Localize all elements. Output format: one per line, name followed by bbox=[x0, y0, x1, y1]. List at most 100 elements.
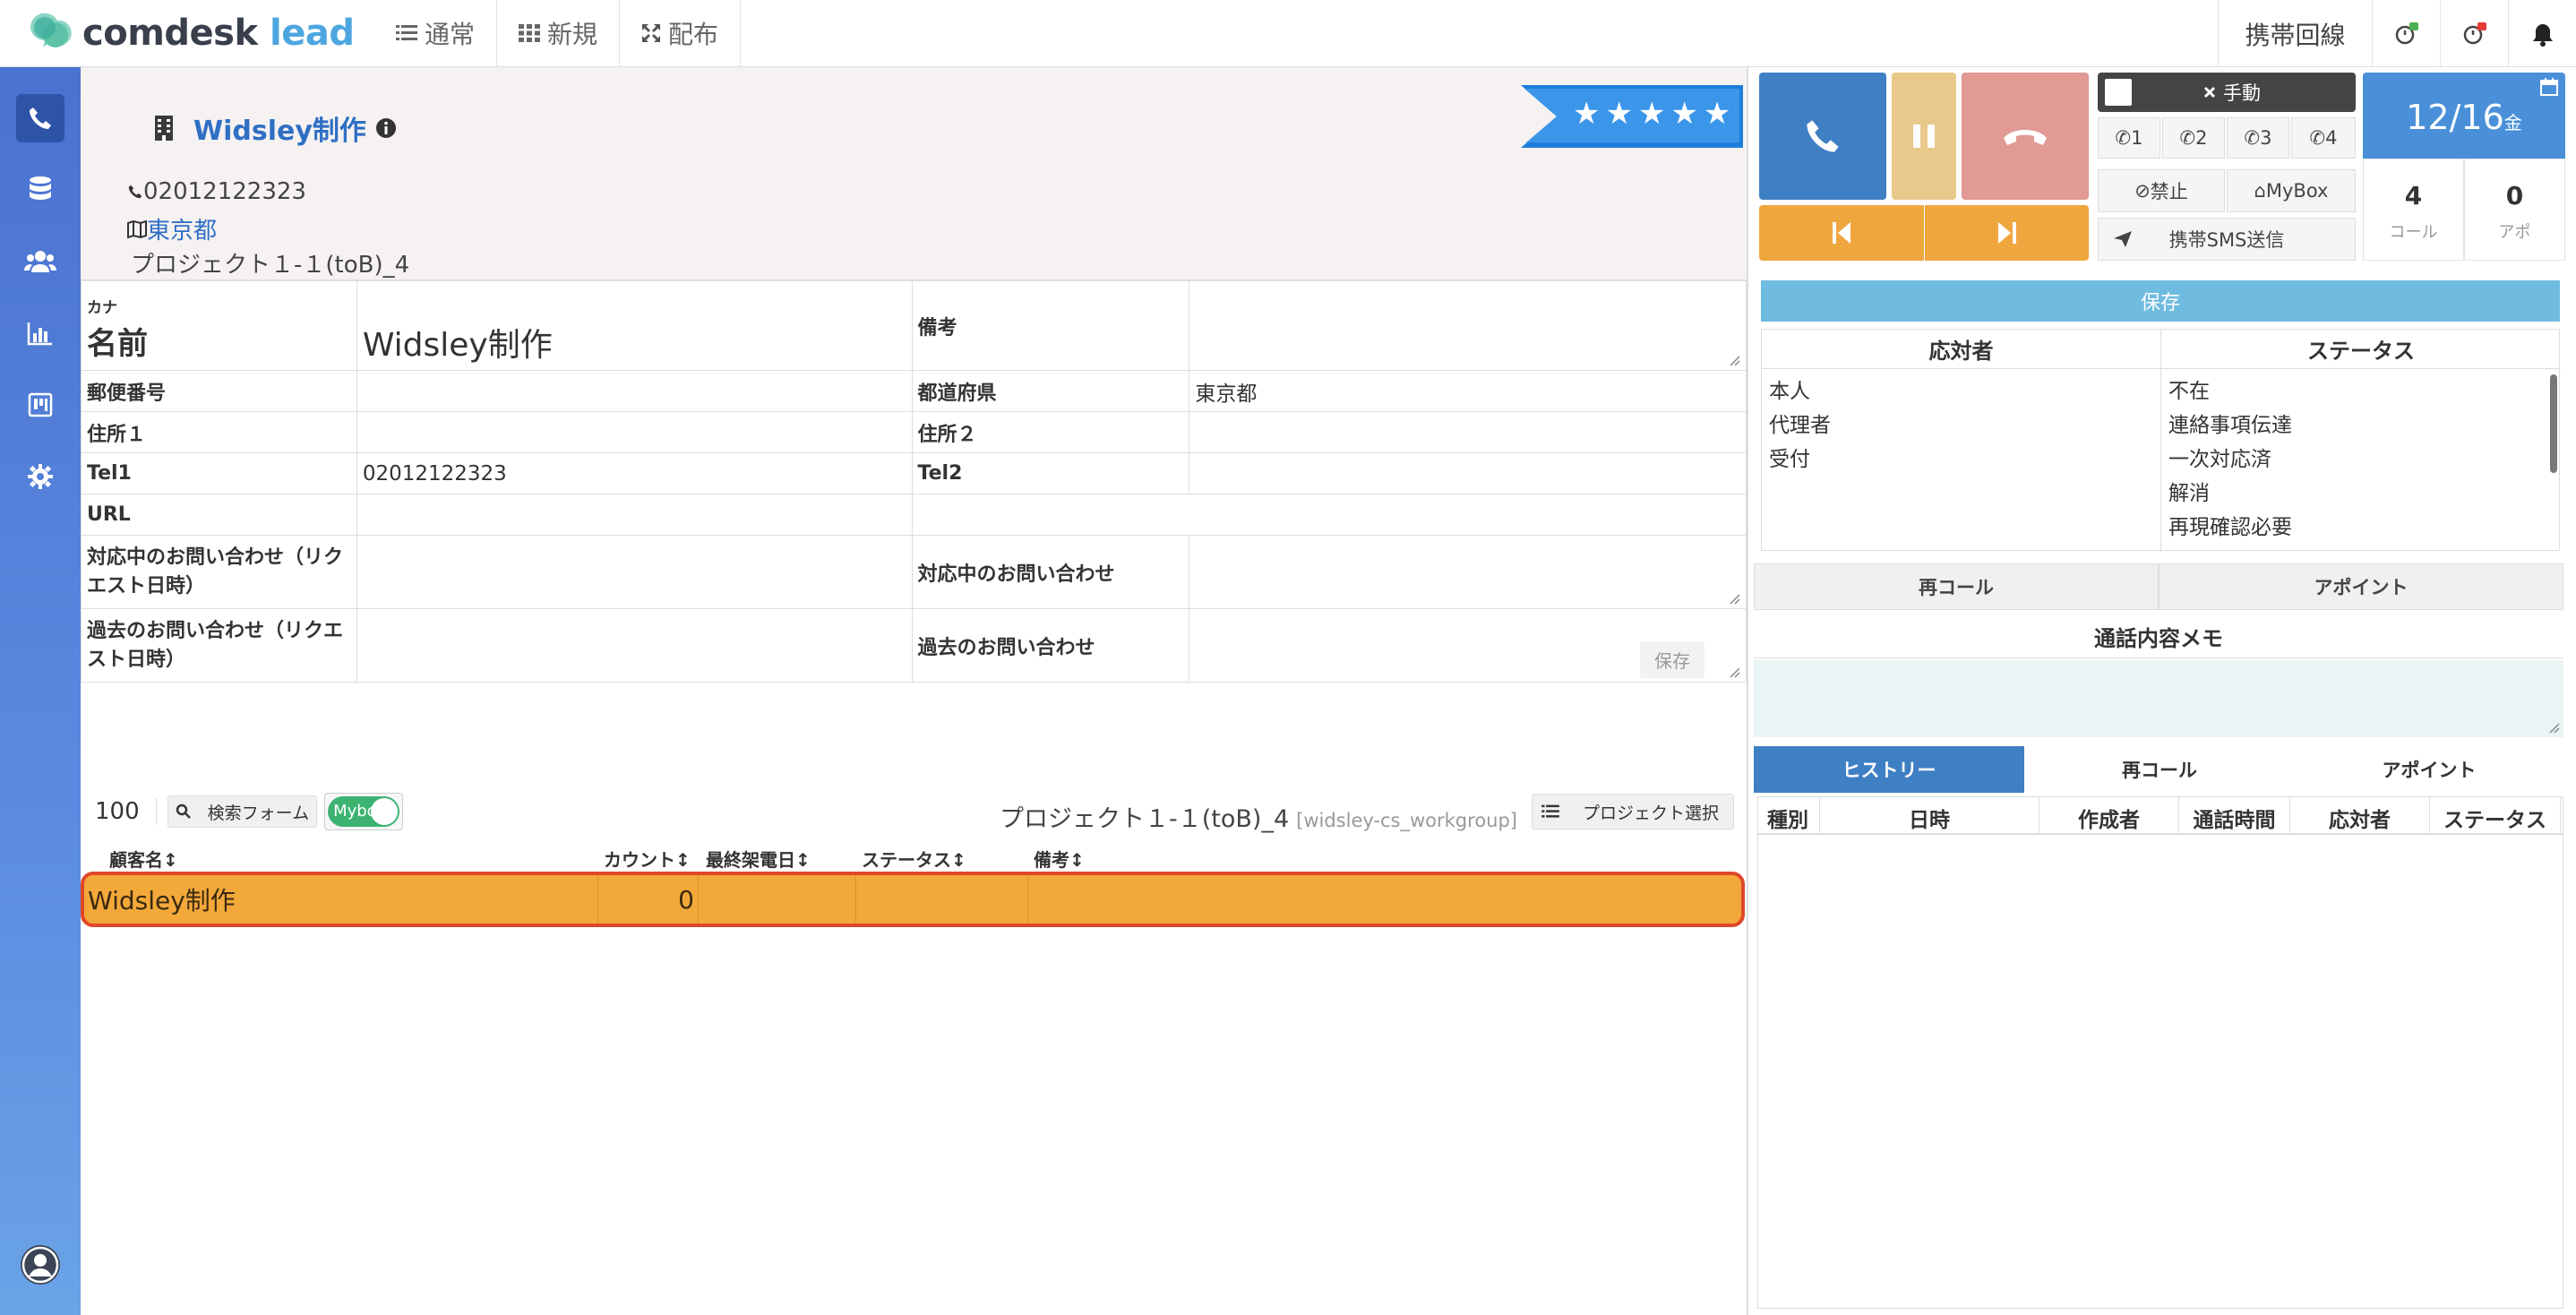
list-item[interactable]: 不在 bbox=[2168, 374, 2554, 408]
line-2-button[interactable]: ✆ 2 bbox=[2162, 117, 2225, 159]
list-project-name: プロジェクト１-１(toB)_4 bbox=[1000, 805, 1290, 833]
list-item[interactable]: 代理者 bbox=[1769, 408, 2153, 443]
current-inquiry-date-value[interactable] bbox=[356, 535, 913, 609]
line-4-label: 4 bbox=[2325, 127, 2338, 149]
list-item[interactable]: 再現確認必要 bbox=[2168, 511, 2554, 545]
nav-new[interactable]: 新規 bbox=[497, 0, 621, 67]
send-icon bbox=[2114, 231, 2132, 247]
customer-name[interactable]: Widsley制作 bbox=[193, 108, 366, 148]
phone-icon bbox=[30, 107, 51, 129]
search-form-button[interactable]: 検索フォーム bbox=[167, 795, 318, 828]
previous-button[interactable] bbox=[1759, 205, 1924, 261]
sidebar-item-phone[interactable] bbox=[16, 94, 64, 142]
col-count[interactable]: カウント↕ bbox=[604, 846, 691, 872]
current-inquiry-field[interactable] bbox=[1189, 535, 1747, 609]
sidebar-item-database[interactable] bbox=[16, 166, 64, 214]
manual-mode-toggle[interactable]: 手動 bbox=[2098, 73, 2356, 112]
memo-textarea[interactable] bbox=[1754, 660, 2563, 737]
bar-chart-icon bbox=[27, 322, 52, 346]
line-3-button[interactable]: ✆ 3 bbox=[2227, 117, 2289, 159]
hold-button[interactable] bbox=[1892, 73, 1956, 200]
nav-distribute[interactable]: 配布 bbox=[620, 0, 742, 67]
sidebar-item-account[interactable] bbox=[16, 1241, 64, 1289]
calendar-icon[interactable] bbox=[2540, 78, 2558, 96]
customer-title-row: Widsley制作 bbox=[154, 108, 397, 148]
col-customer-name[interactable]: 顧客名↕ bbox=[109, 846, 178, 872]
url-spacer bbox=[911, 494, 1747, 536]
call-button[interactable] bbox=[1759, 73, 1886, 200]
user-circle-icon bbox=[21, 1245, 60, 1285]
resize-handle-icon[interactable] bbox=[1728, 354, 1740, 366]
resize-handle-icon[interactable] bbox=[1728, 666, 1740, 678]
next-button[interactable] bbox=[1925, 205, 2089, 261]
hangup-button[interactable] bbox=[1962, 73, 2089, 200]
resize-handle-icon[interactable] bbox=[2547, 721, 2560, 734]
info-icon[interactable] bbox=[375, 117, 397, 139]
tel1-value[interactable]: 02012122323 bbox=[356, 452, 913, 494]
line-4-button[interactable]: ✆ 4 bbox=[2291, 117, 2356, 159]
tel2-value[interactable] bbox=[1189, 452, 1747, 494]
list-item[interactable]: 本人 bbox=[1769, 374, 2153, 408]
table-row[interactable]: Widsley制作 0 bbox=[81, 872, 1745, 927]
sidebar-item-settings[interactable] bbox=[16, 452, 64, 501]
manual-checkbox[interactable] bbox=[2105, 79, 2132, 106]
tab-appoint[interactable]: アポイント bbox=[2295, 746, 2563, 793]
mybox-toggle[interactable]: Mybo bbox=[324, 793, 404, 830]
col-last-call[interactable]: 最終架電日↕ bbox=[706, 846, 811, 872]
row-customer-name: Widsley制作 bbox=[84, 875, 598, 924]
line-2-label: 2 bbox=[2195, 127, 2208, 149]
mobile-line-button[interactable]: 携帯回線 bbox=[2218, 0, 2372, 67]
past-inquiry-date-value[interactable] bbox=[356, 608, 913, 683]
block-button[interactable]: ⊘ 禁止 bbox=[2098, 169, 2225, 212]
memo-title: 通話内容メモ bbox=[1754, 615, 2563, 658]
list-item[interactable]: 連絡事項伝達 bbox=[2168, 408, 2554, 443]
appo-stat: 0 アポ bbox=[2464, 159, 2565, 261]
rating-ribbon[interactable]: ★★★★★ bbox=[1521, 85, 1743, 148]
prefecture-value[interactable]: 東京都 bbox=[1189, 370, 1747, 412]
prefecture-label: 都道府県 bbox=[911, 370, 1190, 412]
address2-value[interactable] bbox=[1189, 411, 1747, 453]
recall-button[interactable]: 再コール bbox=[1754, 563, 2159, 610]
zip-value[interactable] bbox=[356, 370, 913, 412]
mybox-button[interactable]: ⌂ MyBox bbox=[2227, 169, 2356, 212]
brand-wordmark: comdesk lead bbox=[82, 13, 355, 54]
result-save-button[interactable]: 保存 bbox=[1761, 280, 2560, 322]
nav-normal[interactable]: 通常 bbox=[374, 0, 498, 67]
customer-prefecture-link[interactable]: 東京都 bbox=[147, 212, 217, 245]
scrollbar[interactable] bbox=[2550, 374, 2557, 473]
history-col-status: ステータス bbox=[2430, 797, 2561, 835]
kanban-icon bbox=[28, 392, 53, 417]
sidebar-item-reports[interactable] bbox=[16, 309, 64, 357]
customer-address-line[interactable]: 東京都 bbox=[127, 212, 217, 245]
resize-handle-icon[interactable] bbox=[1728, 592, 1740, 605]
sidebar-item-board[interactable] bbox=[16, 381, 64, 429]
timer-green-button[interactable] bbox=[2372, 0, 2440, 67]
line-1-button[interactable]: ✆ 1 bbox=[2098, 117, 2160, 159]
memo-field[interactable] bbox=[1189, 280, 1747, 371]
line-phone-icon: ✆ bbox=[2115, 127, 2132, 149]
project-select-button[interactable]: プロジェクト選択 bbox=[1531, 794, 1734, 829]
list-item[interactable]: 一次対応済 bbox=[2168, 443, 2554, 477]
tab-history[interactable]: ヒストリー bbox=[1754, 746, 2024, 793]
mybox-label: MyBox bbox=[2265, 180, 2329, 202]
address1-value[interactable] bbox=[356, 411, 913, 453]
name-label-cell: カナ 名前 bbox=[81, 280, 357, 371]
notification-button[interactable] bbox=[2508, 0, 2576, 67]
list-item[interactable]: 解消 bbox=[2168, 477, 2554, 511]
name-value[interactable]: Widsley制作 bbox=[356, 280, 913, 371]
past-inquiry-field[interactable]: 保存 bbox=[1189, 608, 1747, 683]
url-value[interactable] bbox=[356, 494, 913, 536]
col-memo[interactable]: 備考↕ bbox=[1034, 846, 1085, 872]
timer-red-button[interactable] bbox=[2440, 0, 2508, 67]
search-icon bbox=[176, 804, 191, 819]
history-col-responder: 応対者 bbox=[2290, 797, 2430, 835]
info-save-button[interactable]: 保存 bbox=[1640, 641, 1704, 678]
sms-button[interactable]: 携帯SMS送信 bbox=[2098, 218, 2356, 261]
tab-recall[interactable]: 再コール bbox=[2024, 746, 2295, 793]
appoint-button[interactable]: アポイント bbox=[2159, 563, 2563, 610]
app-logo[interactable]: comdesk lead bbox=[25, 10, 374, 56]
sidebar-item-users[interactable] bbox=[16, 237, 64, 286]
list-item[interactable]: 受付 bbox=[1769, 443, 2153, 477]
col-count-label: カウント bbox=[604, 849, 675, 871]
col-status[interactable]: ステータス↕ bbox=[862, 846, 966, 872]
